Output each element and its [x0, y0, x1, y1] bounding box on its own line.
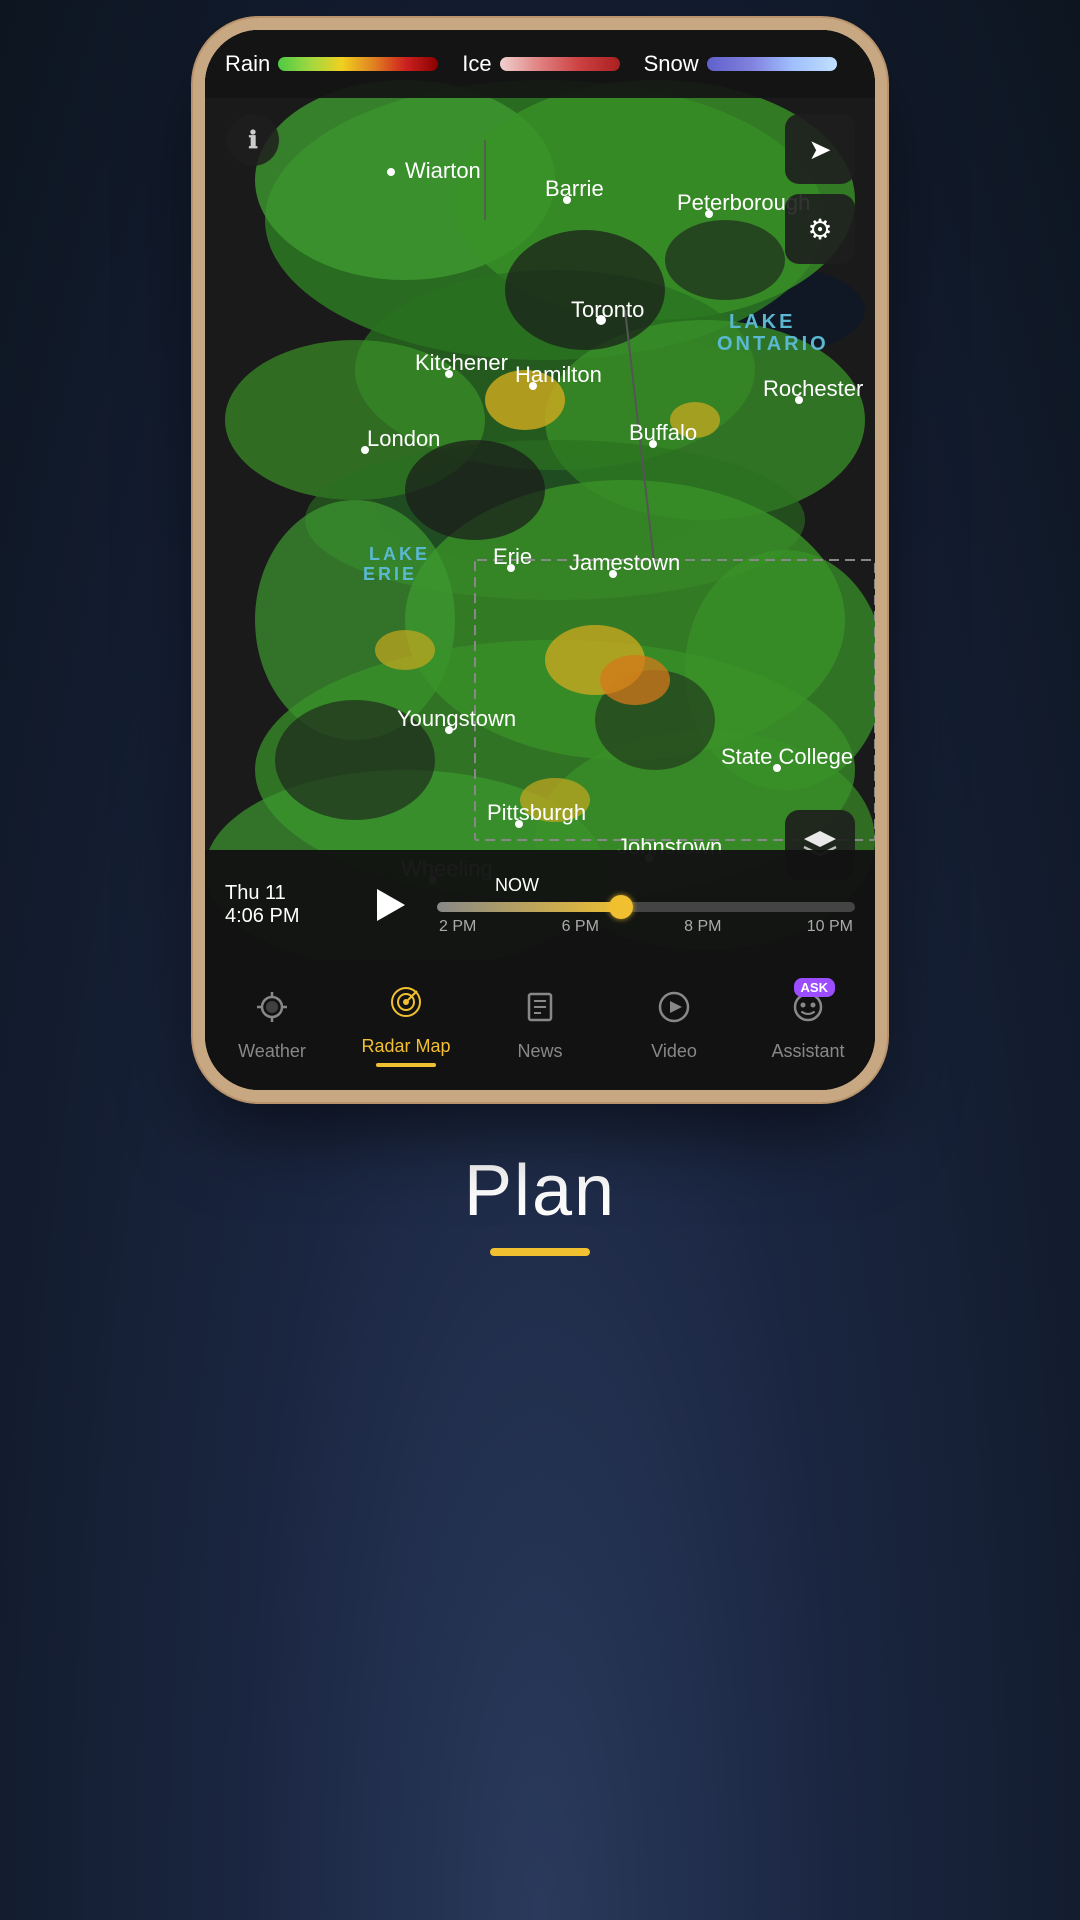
city-buffalo: Buffalo: [629, 420, 697, 445]
city-wiarton: Wiarton: [405, 158, 481, 183]
plan-section: Plan: [464, 1150, 616, 1256]
ice-gradient: [500, 57, 620, 71]
city-kitchener: Kitchener: [415, 350, 508, 375]
radar-icon: [387, 983, 425, 1030]
radar-nav-icon: [387, 983, 425, 1021]
timeline-progress: [437, 902, 625, 912]
assistant-nav-label: Assistant: [771, 1041, 844, 1062]
plan-underline: [490, 1248, 590, 1256]
ask-badge: ASK: [794, 978, 835, 997]
city-barrie: Barrie: [545, 176, 604, 201]
lake-erie-label: LAKE: [369, 544, 430, 564]
phone-frame: Wiarton Barrie Peterborough Toronto LAKE…: [205, 30, 875, 1090]
city-london: London: [367, 426, 440, 451]
city-youngstown: Youngstown: [397, 706, 516, 731]
video-icon: [655, 988, 693, 1035]
city-toronto: Toronto: [571, 297, 644, 322]
timeline-container[interactable]: NOW 2 PM 6 PM 8 PM 10 PM: [437, 875, 855, 936]
map-area[interactable]: Wiarton Barrie Peterborough Toronto LAKE…: [205, 30, 875, 960]
info-button[interactable]: ℹ: [227, 114, 279, 166]
play-icon: [377, 889, 405, 921]
timeline-track[interactable]: [437, 902, 855, 912]
lake-erie-label2: ERIE: [363, 564, 417, 584]
navigation-icon: ➤: [808, 133, 831, 166]
video-nav-icon: [655, 988, 693, 1026]
nav-assistant[interactable]: ASK Assistant: [758, 988, 858, 1062]
rain-label: Rain: [225, 51, 270, 77]
timeline-clock: 4:06 PM: [225, 905, 345, 928]
city-hamilton: Hamilton: [515, 362, 602, 387]
nav-news[interactable]: News: [490, 988, 590, 1062]
settings-icon: ⚙: [807, 213, 832, 246]
news-icon: [521, 988, 559, 1035]
timeline-thumb[interactable]: [609, 895, 633, 919]
nav-radar[interactable]: Radar Map: [356, 983, 456, 1067]
weather-nav-label: Weather: [238, 1041, 306, 1062]
snow-label: Snow: [644, 51, 699, 77]
timeline-label-8pm: 8 PM: [684, 918, 721, 936]
city-pittsburgh: Pittsburgh: [487, 800, 586, 825]
video-nav-label: Video: [651, 1041, 697, 1062]
weather-icon: [253, 988, 291, 1035]
now-label: NOW: [437, 875, 855, 896]
radar-active-indicator: [376, 1063, 436, 1067]
navigation-button[interactable]: ➤: [785, 114, 855, 184]
bottom-nav: Weather Radar Map: [205, 960, 875, 1090]
nav-weather[interactable]: Weather: [222, 988, 322, 1062]
snow-legend: Snow: [644, 51, 837, 77]
time-display: Thu 11 4:06 PM: [225, 882, 345, 928]
nav-video[interactable]: Video: [624, 988, 724, 1062]
weather-nav-icon: [253, 988, 291, 1026]
map-controls: ➤ ⚙: [785, 114, 855, 264]
info-icon: ℹ: [248, 126, 257, 155]
city-jamestown: Jamestown: [569, 550, 680, 575]
rain-legend: Rain: [225, 51, 438, 77]
timeline-date: Thu 11: [225, 882, 345, 905]
ice-label: Ice: [462, 51, 491, 77]
lake-ontario-label: LAKE: [729, 311, 795, 333]
city-erie: Erie: [493, 544, 532, 569]
plan-title: Plan: [464, 1150, 616, 1232]
radar-nav-label: Radar Map: [361, 1036, 450, 1057]
assistant-icon-wrapper: ASK: [789, 988, 827, 1035]
settings-button[interactable]: ⚙: [785, 194, 855, 264]
timeline-label-10pm: 10 PM: [807, 918, 853, 936]
timeline-labels: 2 PM 6 PM 8 PM 10 PM: [437, 918, 855, 936]
city-statecollege: State College: [721, 744, 853, 769]
snow-gradient: [707, 57, 837, 71]
news-nav-icon: [521, 988, 559, 1026]
legend-bar: Rain Ice Snow: [205, 30, 875, 98]
phone-screen: Wiarton Barrie Peterborough Toronto LAKE…: [205, 30, 875, 1090]
lake-ontario-label2: ONTARIO: [717, 333, 829, 355]
timeline-label-2pm: 2 PM: [439, 918, 476, 936]
timeline-label-6pm: 6 PM: [562, 918, 599, 936]
city-rochester: Rochester: [763, 376, 863, 401]
timeline-bar: Thu 11 4:06 PM NOW 2 PM 6 PM 8 PM 10 PM: [205, 850, 875, 960]
rain-gradient: [278, 57, 438, 71]
news-nav-label: News: [517, 1041, 562, 1062]
ice-legend: Ice: [462, 51, 619, 77]
play-button[interactable]: [363, 877, 419, 933]
